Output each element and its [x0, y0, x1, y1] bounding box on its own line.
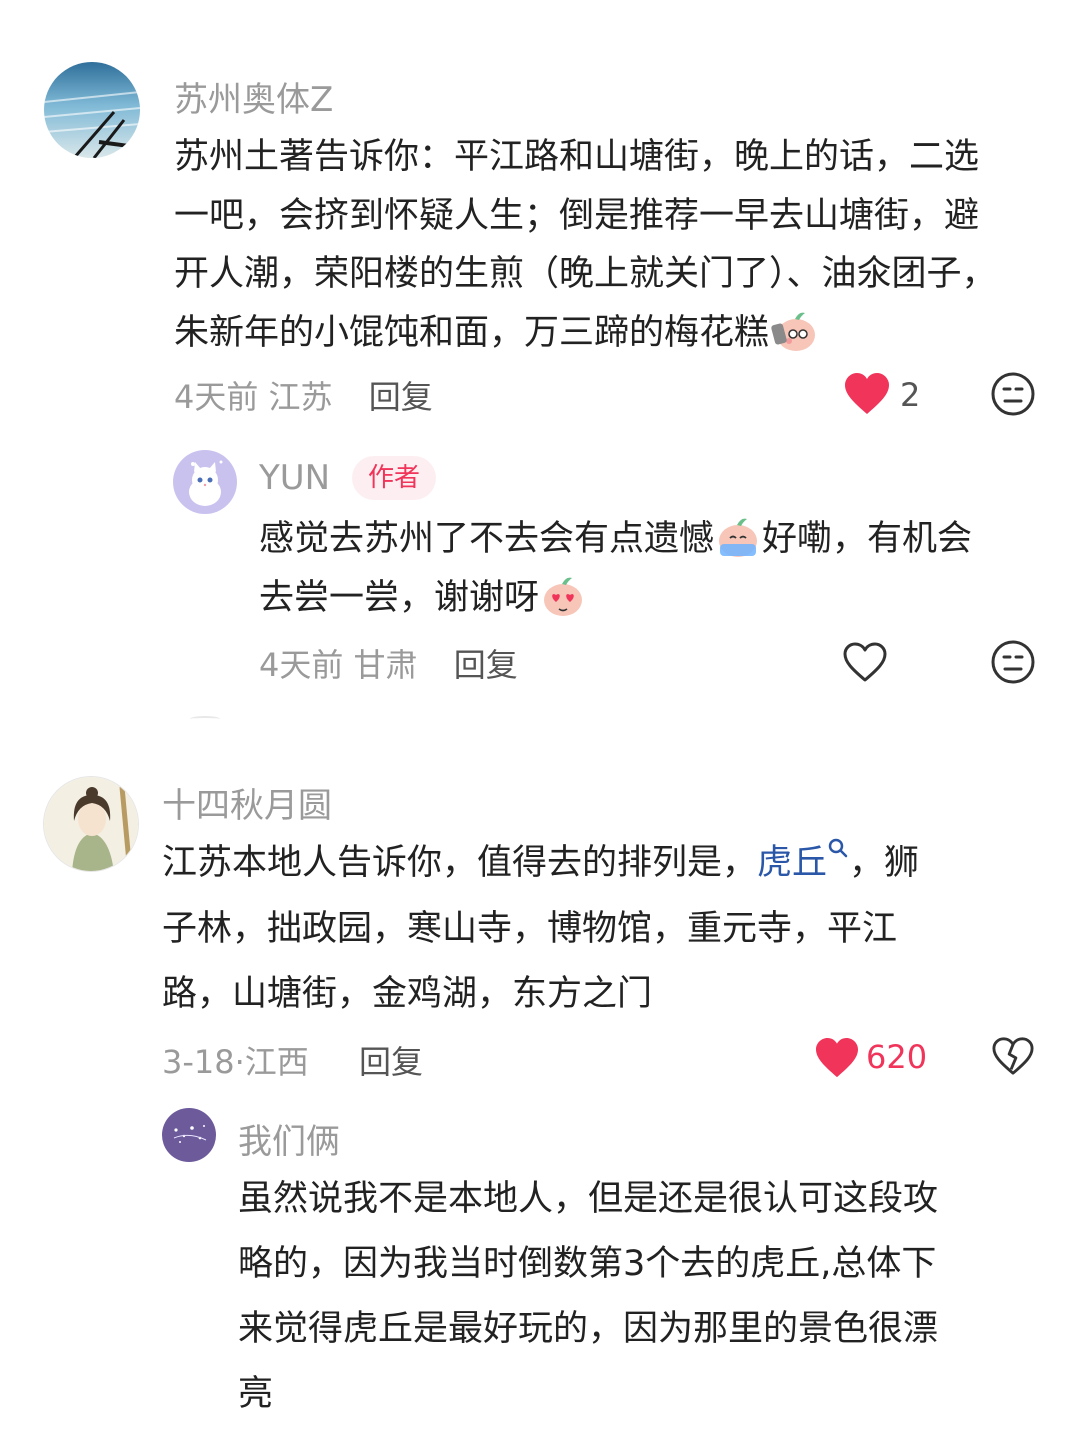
reply-username[interactable]: 我们俩	[238, 1114, 340, 1163]
reply-line-text: 好嘞，有机会	[762, 519, 973, 559]
reply-button[interactable]: 回复	[359, 1043, 423, 1081]
comment-line: 江苏本地人告诉你，值得去的排列是，虎丘 ，狮	[162, 831, 919, 897]
reply-line: 感觉去苏州了不去会有点遗憾 好嘞，有机会	[259, 510, 972, 569]
comment-line: 一吧，会挤到怀疑人生；倒是推荐一早去山塘街，避	[174, 195, 980, 236]
comment-time: 3-18·	[162, 1043, 245, 1081]
heart-eyes-peach-emoji-icon	[539, 573, 587, 619]
avatar-pool-image	[44, 62, 140, 158]
reply-meta: 4天前 甘肃 回复	[259, 640, 518, 686]
reply-username[interactable]: YUN	[259, 458, 330, 498]
comment-body: 苏州土著告诉你：平江路和山塘街，晚上的话，二选 一吧，会挤到怀疑人生；倒是推荐一…	[174, 128, 997, 362]
reply-line-text: 去尝一尝，谢谢呀	[259, 578, 540, 618]
divider	[190, 716, 220, 722]
avatar[interactable]	[162, 1108, 216, 1162]
comment-line-text: 朱新年的小馄饨和面，万三蹄的梅花糕	[174, 312, 770, 353]
dislike-button[interactable]	[988, 637, 1038, 687]
avatar[interactable]	[43, 776, 139, 872]
peach-phone-emoji-icon	[769, 308, 817, 354]
dislike-button[interactable]	[988, 1032, 1038, 1080]
reply-line: 虽然说我不是本地人，但是还是很认可这段攻	[238, 1179, 939, 1219]
like-count: 2	[900, 376, 921, 414]
search-link-huqiu[interactable]: 虎丘	[757, 839, 849, 883]
crying-peach-emoji-icon	[714, 514, 762, 560]
heart-filled-icon	[845, 373, 889, 414]
reply-time: 4天前	[259, 646, 344, 684]
reply-line: 去尝一尝，谢谢呀	[259, 569, 972, 628]
comment-line-text: ，狮	[849, 843, 920, 883]
like-button[interactable]	[812, 1034, 862, 1082]
dislike-face-icon	[991, 640, 1035, 684]
reply-button[interactable]: 回复	[454, 646, 518, 684]
reply-body: 感觉去苏州了不去会有点遗憾 好嘞，有机会 去尝一尝，谢谢呀	[259, 510, 972, 628]
reply-body: 虽然说我不是本地人，但是还是很认可这段攻 略的，因为我当时倒数第3个去的虎丘,总…	[238, 1167, 938, 1427]
reply-line: 亮	[238, 1374, 274, 1414]
heart-outline-icon	[843, 642, 887, 682]
like-button[interactable]	[840, 638, 890, 686]
like-count: 620	[866, 1038, 928, 1076]
avatar-purple-image	[162, 1108, 216, 1162]
comment-line: 子林，拙政园，寒山寺，博物馆，重元寺，平江	[162, 908, 898, 949]
reply-line: 来觉得虎丘是最好玩的，因为那里的景色很漂	[238, 1309, 939, 1349]
avatar[interactable]	[173, 450, 237, 514]
comment-meta: 4天前 江苏 回复	[174, 372, 433, 418]
comment-username[interactable]: 苏州奥体Z	[174, 72, 333, 121]
reply-location: 甘肃	[353, 646, 418, 684]
comment-line: 苏州土著告诉你：平江路和山塘街，晚上的话，二选	[174, 137, 980, 177]
reply-line-text: 感觉去苏州了不去会有点遗憾	[259, 519, 715, 559]
comment-line: 开人潮，荣阳楼的生煎（晚上就关门了）、油氽团子，	[174, 254, 997, 294]
comment-time: 4天前	[174, 378, 259, 416]
like-button[interactable]	[840, 370, 894, 418]
comment-line: 路，山塘街，金鸡湖，东方之门	[162, 974, 653, 1014]
avatar-cat-image	[173, 450, 237, 514]
search-link-text[interactable]: 虎丘	[757, 843, 827, 883]
comment-body: 江苏本地人告诉你，值得去的排列是，虎丘 ，狮 子林，拙政园，寒山寺，博物馆，重元寺…	[162, 831, 919, 1028]
broken-heart-icon	[992, 1037, 1034, 1075]
dislike-button[interactable]	[988, 369, 1038, 419]
avatar-illustration-image	[44, 777, 138, 871]
comment-location: 江西	[244, 1043, 309, 1081]
comment-line-text: 江苏本地人告诉你，值得去的排列是，	[162, 843, 758, 883]
search-icon	[828, 839, 848, 858]
comment-line: 朱新年的小馄饨和面，万三蹄的梅花糕	[174, 304, 997, 363]
reply-line: 略的，因为我当时倒数第3个去的虎丘,总体下	[238, 1244, 937, 1284]
comment-meta: 3-18·江西 回复	[162, 1037, 423, 1083]
heart-filled-icon	[816, 1037, 858, 1078]
comment-location: 江苏	[268, 378, 333, 416]
reply-button[interactable]: 回复	[369, 378, 433, 416]
avatar[interactable]	[44, 62, 140, 158]
comment-username[interactable]: 十四秋月圆	[162, 778, 332, 827]
dislike-face-icon	[991, 372, 1035, 416]
author-badge: 作者	[352, 456, 437, 500]
